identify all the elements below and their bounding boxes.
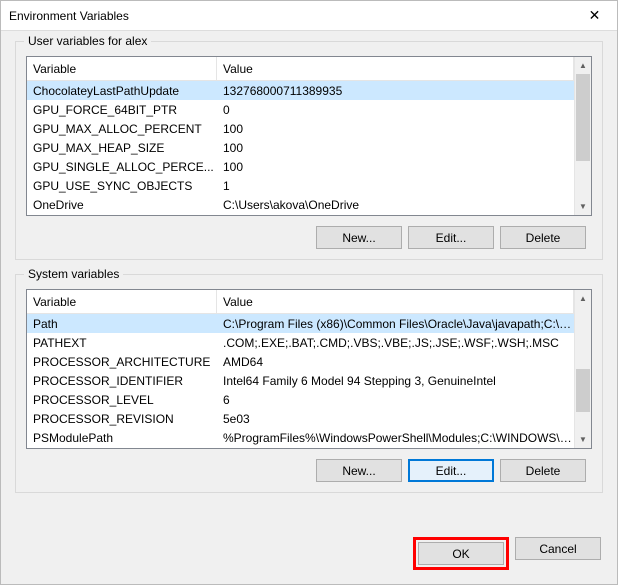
- table-row[interactable]: GPU_USE_SYNC_OBJECTS1: [27, 176, 574, 195]
- column-header-variable[interactable]: Variable: [27, 290, 217, 313]
- cell-variable: PROCESSOR_REVISION: [27, 412, 217, 426]
- column-header-value[interactable]: Value: [217, 290, 574, 313]
- cell-value: %ProgramFiles%\WindowsPowerShell\Modules…: [217, 431, 574, 445]
- user-edit-button[interactable]: Edit...: [408, 226, 494, 249]
- cell-variable: PROCESSOR_LEVEL: [27, 393, 217, 407]
- scroll-track[interactable]: [575, 74, 591, 198]
- cell-value: 100: [217, 141, 574, 155]
- cell-value: C:\Users\akova\OneDrive: [217, 198, 574, 212]
- table-row[interactable]: GPU_FORCE_64BIT_PTR0: [27, 100, 574, 119]
- user-buttons-row: New... Edit... Delete: [26, 226, 592, 249]
- table-row[interactable]: PATHEXT.COM;.EXE;.BAT;.CMD;.VBS;.VBE;.JS…: [27, 333, 574, 352]
- cell-value: 100: [217, 122, 574, 136]
- scroll-track[interactable]: [575, 307, 591, 431]
- cell-variable: PROCESSOR_ARCHITECTURE: [27, 355, 217, 369]
- system-variables-group: System variables Variable Value PathC:\P…: [15, 274, 603, 493]
- table-row[interactable]: PathC:\Program Files (x86)\Common Files\…: [27, 314, 574, 333]
- user-variables-list[interactable]: Variable Value ChocolateyLastPathUpdate1…: [26, 56, 592, 216]
- system-list-inner: Variable Value PathC:\Program Files (x86…: [27, 290, 574, 448]
- cell-variable: GPU_SINGLE_ALLOC_PERCE...: [27, 160, 217, 174]
- cell-value: C:\Program Files (x86)\Common Files\Orac…: [217, 317, 574, 331]
- system-variables-legend: System variables: [24, 267, 123, 281]
- system-variables-list[interactable]: Variable Value PathC:\Program Files (x86…: [26, 289, 592, 449]
- cell-value: Intel64 Family 6 Model 94 Stepping 3, Ge…: [217, 374, 574, 388]
- column-header-variable[interactable]: Variable: [27, 57, 217, 80]
- titlebar: Environment Variables ✕: [1, 1, 617, 31]
- scroll-up-icon[interactable]: ▲: [575, 290, 591, 307]
- cell-value: AMD64: [217, 355, 574, 369]
- ok-highlight: OK: [413, 537, 509, 570]
- table-row[interactable]: PROCESSOR_LEVEL6: [27, 390, 574, 409]
- table-row[interactable]: PSModulePath%ProgramFiles%\WindowsPowerS…: [27, 428, 574, 447]
- cell-variable: OneDrive: [27, 198, 217, 212]
- cell-value: 5e03: [217, 412, 574, 426]
- cell-variable: GPU_FORCE_64BIT_PTR: [27, 103, 217, 117]
- system-edit-button[interactable]: Edit...: [408, 459, 494, 482]
- cell-variable: GPU_USE_SYNC_OBJECTS: [27, 179, 217, 193]
- cancel-button[interactable]: Cancel: [515, 537, 601, 560]
- close-icon: ✕: [589, 7, 601, 24]
- column-header-value[interactable]: Value: [217, 57, 574, 80]
- cell-variable: GPU_MAX_HEAP_SIZE: [27, 141, 217, 155]
- ok-button[interactable]: OK: [418, 542, 504, 565]
- scroll-up-icon[interactable]: ▲: [575, 57, 591, 74]
- cell-value: 132768000711389935: [217, 84, 574, 98]
- table-row[interactable]: ChocolateyLastPathUpdate1327680007113899…: [27, 81, 574, 100]
- table-row[interactable]: GPU_SINGLE_ALLOC_PERCE...100: [27, 157, 574, 176]
- cell-value: .COM;.EXE;.BAT;.CMD;.VBS;.VBE;.JS;.JSE;.…: [217, 336, 574, 350]
- user-new-button[interactable]: New...: [316, 226, 402, 249]
- user-variables-group: User variables for alex Variable Value C…: [15, 41, 603, 260]
- user-scrollbar[interactable]: ▲ ▼: [574, 57, 591, 215]
- user-list-inner: Variable Value ChocolateyLastPathUpdate1…: [27, 57, 574, 215]
- cell-variable: Path: [27, 317, 217, 331]
- cell-value: 0: [217, 103, 574, 117]
- dialog-buttons-row: OK Cancel: [1, 533, 617, 584]
- scroll-down-icon[interactable]: ▼: [575, 198, 591, 215]
- user-variables-legend: User variables for alex: [24, 34, 151, 48]
- cell-value: 100: [217, 160, 574, 174]
- user-list-body: ChocolateyLastPathUpdate1327680007113899…: [27, 81, 574, 214]
- user-list-header: Variable Value: [27, 57, 574, 81]
- system-new-button[interactable]: New...: [316, 459, 402, 482]
- table-row[interactable]: PROCESSOR_REVISION5e03: [27, 409, 574, 428]
- system-list-header: Variable Value: [27, 290, 574, 314]
- cell-value: 1: [217, 179, 574, 193]
- table-row[interactable]: OneDriveC:\Users\akova\OneDrive: [27, 195, 574, 214]
- system-scrollbar[interactable]: ▲ ▼: [574, 290, 591, 448]
- window-title: Environment Variables: [9, 9, 129, 23]
- system-buttons-row: New... Edit... Delete: [26, 459, 592, 482]
- scroll-thumb[interactable]: [576, 74, 590, 161]
- table-row[interactable]: GPU_MAX_ALLOC_PERCENT100: [27, 119, 574, 138]
- table-row[interactable]: PROCESSOR_IDENTIFIERIntel64 Family 6 Mod…: [27, 371, 574, 390]
- user-delete-button[interactable]: Delete: [500, 226, 586, 249]
- scroll-down-icon[interactable]: ▼: [575, 431, 591, 448]
- table-row[interactable]: GPU_MAX_HEAP_SIZE100: [27, 138, 574, 157]
- cell-variable: PROCESSOR_IDENTIFIER: [27, 374, 217, 388]
- environment-variables-dialog: Environment Variables ✕ User variables f…: [0, 0, 618, 585]
- dialog-content: User variables for alex Variable Value C…: [1, 31, 617, 533]
- table-row[interactable]: PROCESSOR_ARCHITECTUREAMD64: [27, 352, 574, 371]
- system-delete-button[interactable]: Delete: [500, 459, 586, 482]
- cell-variable: GPU_MAX_ALLOC_PERCENT: [27, 122, 217, 136]
- cell-variable: PATHEXT: [27, 336, 217, 350]
- close-button[interactable]: ✕: [572, 1, 617, 31]
- cell-variable: PSModulePath: [27, 431, 217, 445]
- cell-value: 6: [217, 393, 574, 407]
- cell-variable: ChocolateyLastPathUpdate: [27, 84, 217, 98]
- scroll-thumb[interactable]: [576, 369, 590, 412]
- system-list-body: PathC:\Program Files (x86)\Common Files\…: [27, 314, 574, 447]
